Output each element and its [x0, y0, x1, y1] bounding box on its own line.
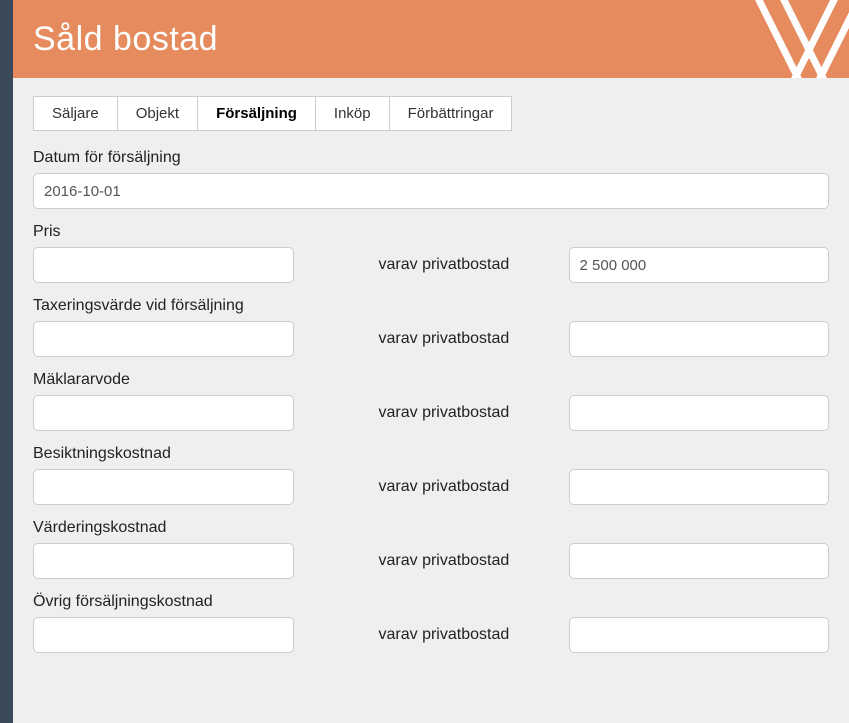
field-pris: Pris varav privatbostad [33, 223, 829, 283]
field-besiktning: Besiktningskostnad varav privatbostad [33, 445, 829, 505]
tab-saljare[interactable]: Säljare [33, 96, 118, 131]
label-date: Datum för försäljning [33, 149, 829, 167]
field-taxeringsvarde: Taxeringsvärde vid försäljning varav pri… [33, 297, 829, 357]
label-pris: Pris [33, 223, 829, 241]
input-ovrig[interactable] [33, 617, 294, 653]
label-mid-tax: varav privatbostad [294, 330, 569, 348]
input-maklararvode[interactable] [33, 395, 294, 431]
input-pris-privat[interactable] [569, 247, 830, 283]
input-date[interactable] [33, 173, 829, 209]
page-title: Såld bostad [33, 20, 218, 59]
left-sidebar-strip [0, 0, 13, 723]
label-taxeringsvarde: Taxeringsvärde vid försäljning [33, 297, 829, 315]
input-maklararvode-privat[interactable] [569, 395, 830, 431]
input-pris[interactable] [33, 247, 294, 283]
tabs: Säljare Objekt Försäljning Inköp Förbätt… [33, 96, 829, 131]
tab-inkop[interactable]: Inköp [315, 96, 390, 131]
field-vardering: Värderingskostnad varav privatbostad [33, 519, 829, 579]
label-mid-pris: varav privatbostad [294, 256, 569, 274]
tab-forsaljning[interactable]: Försäljning [197, 96, 316, 131]
input-taxeringsvarde[interactable] [33, 321, 294, 357]
field-date: Datum för försäljning [33, 149, 829, 209]
input-vardering[interactable] [33, 543, 294, 579]
input-besiktning-privat[interactable] [569, 469, 830, 505]
label-mid-besikt: varav privatbostad [294, 478, 569, 496]
input-vardering-privat[interactable] [569, 543, 830, 579]
label-mid-ovrig: varav privatbostad [294, 626, 569, 644]
label-ovrig: Övrig försäljningskostnad [33, 593, 829, 611]
field-maklararvode: Mäklararvode varav privatbostad [33, 371, 829, 431]
label-mid-maklar: varav privatbostad [294, 404, 569, 422]
page-header: Såld bostad [13, 0, 849, 78]
brand-logo-icon [739, 0, 849, 78]
label-besiktning: Besiktningskostnad [33, 445, 829, 463]
field-ovrig: Övrig försäljningskostnad varav privatbo… [33, 593, 829, 653]
input-besiktning[interactable] [33, 469, 294, 505]
label-mid-vard: varav privatbostad [294, 552, 569, 570]
tab-objekt[interactable]: Objekt [117, 96, 198, 131]
label-maklararvode: Mäklararvode [33, 371, 829, 389]
input-ovrig-privat[interactable] [569, 617, 830, 653]
input-taxeringsvarde-privat[interactable] [569, 321, 830, 357]
tab-forbattringar[interactable]: Förbättringar [389, 96, 513, 131]
form-panel: Säljare Objekt Försäljning Inköp Förbätt… [13, 78, 849, 723]
label-vardering: Värderingskostnad [33, 519, 829, 537]
